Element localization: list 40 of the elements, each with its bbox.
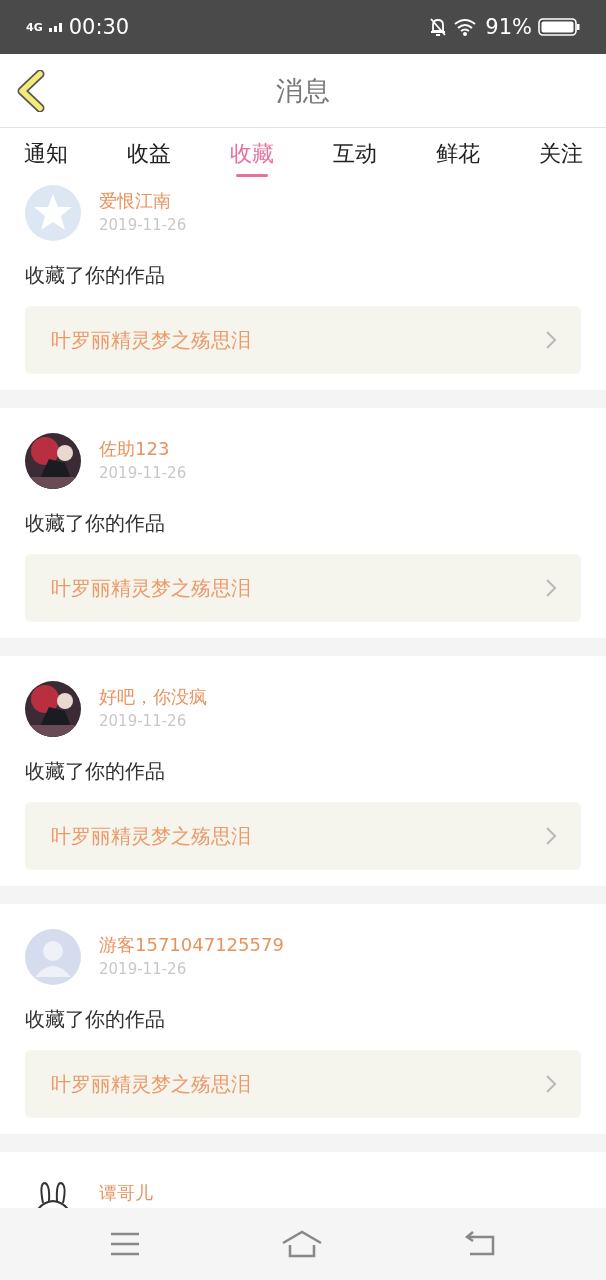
work-title: 叶罗丽精灵梦之殇思泪 [51,822,251,850]
user-name[interactable]: 谭哥儿 [99,1182,153,1204]
user-name[interactable]: 游客1571047125579 [99,934,284,956]
message-text: 收藏了你的作品 [25,262,166,289]
message-text: 收藏了你的作品 [25,758,166,785]
avatar-icon [25,185,81,241]
chevron-right-icon [545,578,557,598]
work-title: 叶罗丽精灵梦之殇思泪 [51,1070,251,1098]
work-link[interactable]: 叶罗丽精灵梦之殇思泪 [25,554,581,622]
work-title: 叶罗丽精灵梦之殇思泪 [51,326,251,354]
tab[interactable]: 互动 [333,128,377,180]
menu-icon[interactable] [110,1232,141,1256]
signal-icon [48,22,63,32]
clock: 00:30 [68,15,130,39]
user-name[interactable]: 爱恨江南 [99,190,187,212]
tab[interactable]: 鲜花 [436,128,480,180]
tab[interactable]: 通知 [24,128,68,180]
battery-icon [538,18,580,36]
chevron-right-icon [545,330,557,350]
user-name[interactable]: 佐助123 [99,438,187,460]
page-title: 消息 [276,73,330,108]
bell-off-icon [429,17,448,37]
work-link[interactable]: 叶罗丽精灵梦之殇思泪 [25,1050,581,1118]
battery-percent: 91% [485,15,532,39]
chevron-right-icon [545,1074,557,1094]
network-label: 4G [26,20,43,34]
back-nav-icon[interactable] [463,1231,496,1257]
work-link[interactable]: 叶罗丽精灵梦之殇思泪 [25,802,581,870]
back-button[interactable] [16,70,46,112]
message-text: 收藏了你的作品 [25,510,166,537]
work-link[interactable]: 叶罗丽精灵梦之殇思泪 [25,306,581,374]
tab[interactable]: 收藏 [230,128,274,180]
chevron-right-icon [545,826,557,846]
home-icon[interactable] [281,1230,323,1258]
user-name[interactable]: 好吧，你没疯 [99,686,207,708]
tab[interactable]: 收益 [127,128,171,180]
message-text: 收藏了你的作品 [25,1006,166,1033]
avatar-icon [25,929,81,985]
tab[interactable]: 关注 [539,128,583,180]
work-title: 叶罗丽精灵梦之殇思泪 [51,574,251,602]
